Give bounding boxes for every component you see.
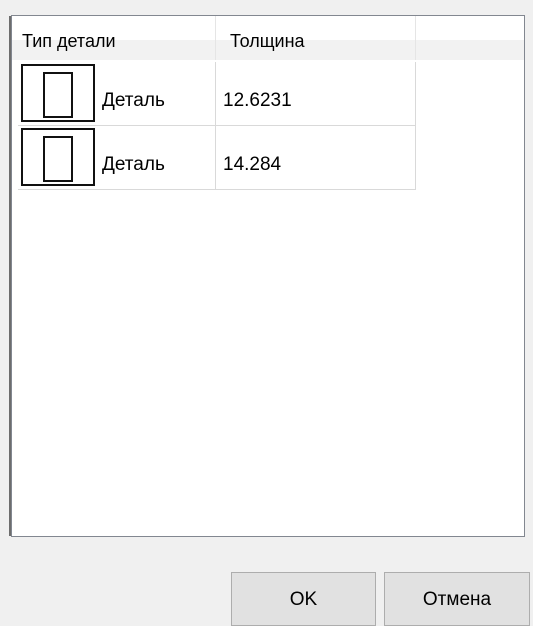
thickness-dialog: Тип детали Толщина Деталь 12.6231 Деталь… (0, 0, 533, 626)
part-frame-slot (43, 72, 73, 118)
column-header-empty (416, 16, 524, 60)
part-frame-icon (21, 128, 95, 186)
thickness-cell[interactable]: 12.6231 (216, 62, 416, 125)
table-row[interactable]: Деталь 14.284 (18, 126, 416, 190)
column-header-thickness[interactable]: Толщина (216, 16, 416, 60)
ok-button[interactable]: OK (231, 572, 376, 626)
part-frame-slot (43, 136, 73, 182)
part-type-cell[interactable]: Деталь (18, 126, 216, 189)
thickness-cell[interactable]: 14.284 (216, 126, 416, 189)
part-frame-icon (21, 64, 95, 122)
parts-grid[interactable]: Тип детали Толщина Деталь 12.6231 Деталь… (11, 15, 525, 537)
column-header-part-type[interactable]: Тип детали (12, 16, 216, 60)
grid-header: Тип детали Толщина (12, 16, 524, 60)
part-type-label: Деталь (102, 90, 165, 111)
cancel-button[interactable]: Отмена (384, 572, 530, 626)
table-row[interactable]: Деталь 12.6231 (18, 62, 416, 126)
part-type-label: Деталь (102, 154, 165, 175)
part-type-cell[interactable]: Деталь (18, 62, 216, 125)
